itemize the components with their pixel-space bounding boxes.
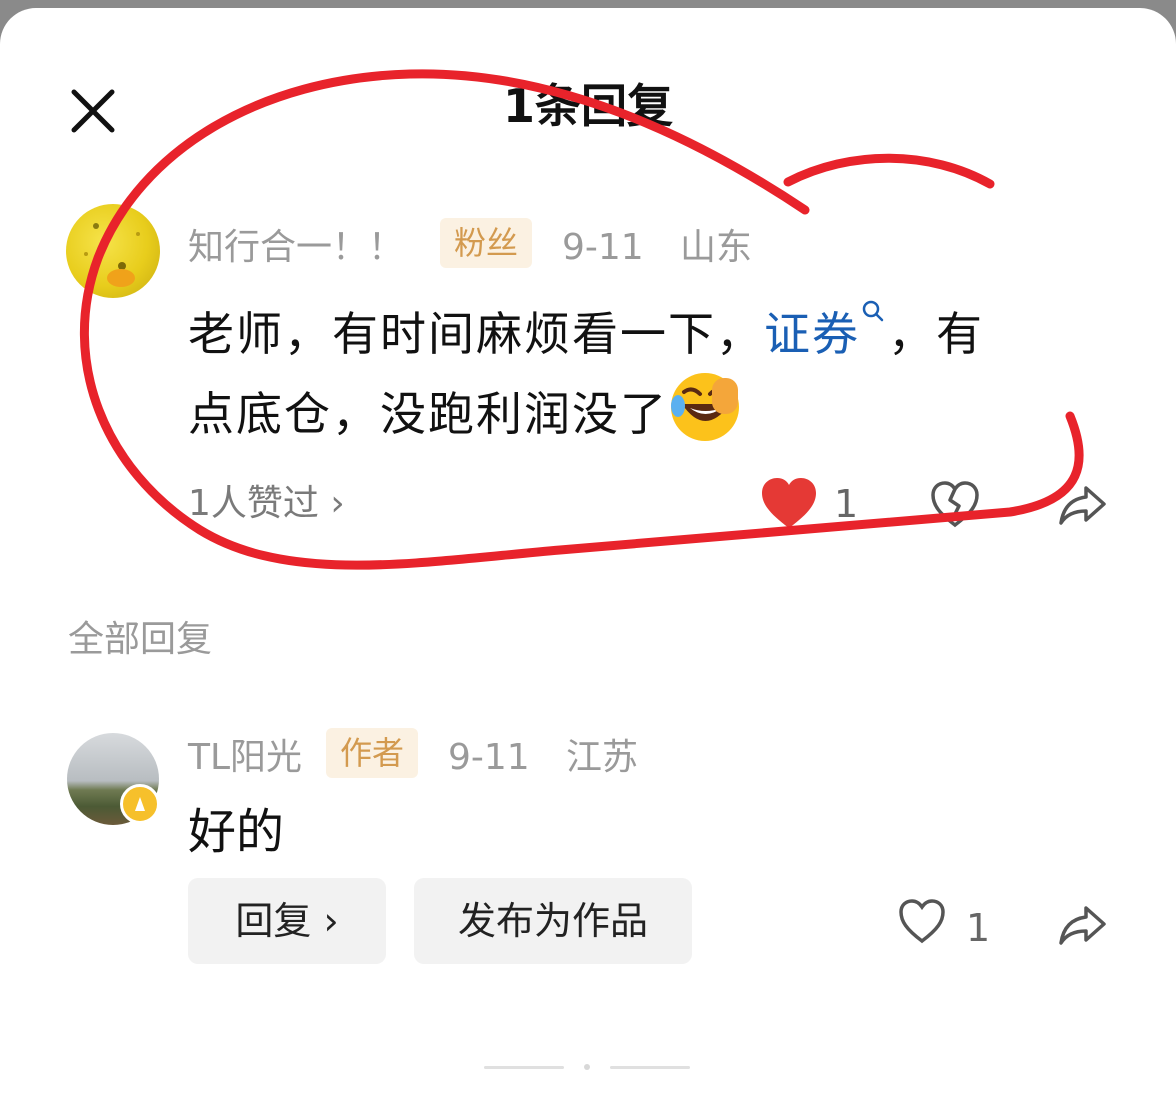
verified-badge-icon [120, 784, 160, 824]
author-badge: 作者 [326, 728, 419, 778]
reply-like-count: 1 [966, 906, 991, 950]
reply-text: 好的 [188, 804, 285, 860]
likes-summary-link[interactable]: 1人赞过 › [188, 480, 345, 528]
publish-as-work-button[interactable]: 发布为作品 [414, 878, 692, 964]
like-button[interactable] [760, 476, 820, 532]
scroll-indicator [610, 1066, 690, 1069]
share-button[interactable] [1058, 902, 1110, 948]
fan-badge: 粉丝 [440, 218, 533, 268]
heart-icon [762, 478, 816, 528]
comment-date: 9-11 [562, 227, 644, 268]
share-button[interactable] [1058, 482, 1110, 528]
share-icon [1059, 486, 1106, 525]
share-icon [1059, 906, 1106, 945]
scroll-indicator-dot [584, 1064, 590, 1070]
comment-text-part: 点底仓，没跑利润没了 [188, 387, 668, 441]
sheet-title: 1条回复 [502, 79, 673, 133]
like-count: 1 [834, 482, 859, 526]
laughing-emoji-icon [671, 373, 739, 441]
reply-username[interactable]: TL阳光 [188, 734, 302, 782]
dislike-icon [931, 481, 979, 528]
avatar[interactable] [66, 204, 160, 298]
comment-text-part: ，有 [888, 307, 984, 361]
reply-location: 江苏 [566, 737, 639, 778]
reply-date: 9-11 [448, 737, 530, 778]
comment-text-part: 老师，有时间麻烦看一下， [188, 307, 764, 361]
dislike-button[interactable] [930, 480, 982, 530]
like-button[interactable] [898, 898, 946, 944]
scroll-indicator [484, 1066, 564, 1069]
stock-link-label: 证券 [764, 307, 860, 361]
all-replies-heading: 全部回复 [68, 619, 213, 660]
comment-location: 山东 [680, 227, 753, 268]
duck-avatar-image [84, 223, 140, 287]
comment-username[interactable]: 知行合一！！ [188, 224, 404, 272]
reply-sheet: 1条回复 知行合一！！ 粉丝 9-11 山东 老师，有时间麻烦看一下，证券 ，有 … [0, 8, 1176, 1104]
comment-text: 老师，有时间麻烦看一下，证券 ，有 点底仓，没跑利润没了 [188, 298, 1088, 450]
search-icon [862, 300, 884, 322]
heart-icon [899, 899, 945, 944]
reply-button[interactable]: 回复 › [188, 878, 386, 964]
stock-link[interactable]: 证券 [764, 300, 888, 361]
